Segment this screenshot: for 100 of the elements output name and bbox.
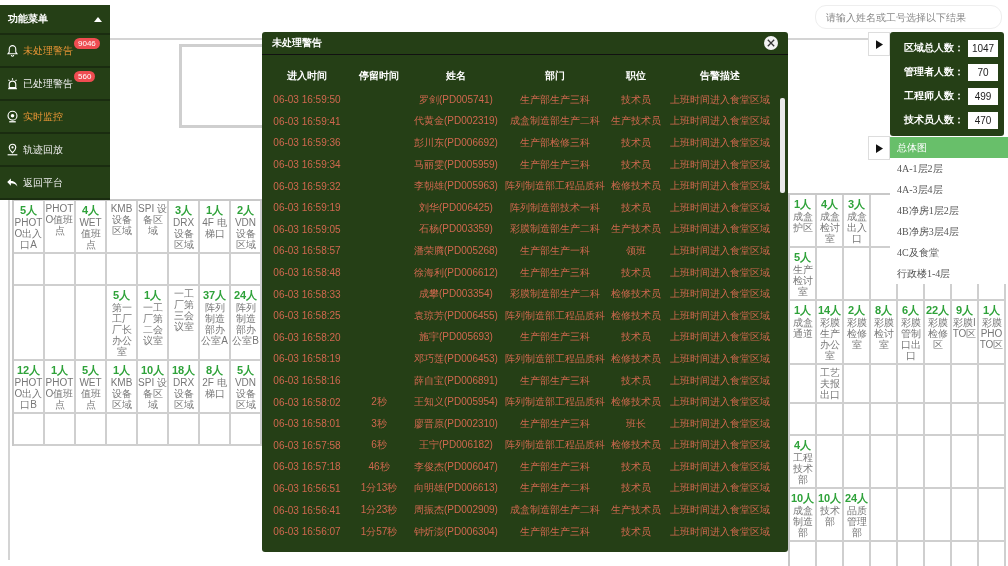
floor-item[interactable]: 4C及食堂 xyxy=(890,242,1008,263)
column-header: 部门 xyxy=(544,69,566,83)
table-cell-text: 向明雄(PD006613) xyxy=(413,481,499,496)
table-cell-text: 06-03 16:58:20 xyxy=(272,331,342,343)
table-cell-text: 廖晋原(PD002310) xyxy=(413,416,499,431)
table-cell-text: 46秒 xyxy=(367,459,391,474)
table-cell-text: 1分57秒 xyxy=(359,524,399,539)
panel-toggle-button[interactable] xyxy=(868,32,890,56)
table-cell-text: 石杨(PD003359) xyxy=(418,222,494,237)
room-label: VDN 设备区域 xyxy=(233,217,258,250)
people-count: 5人 xyxy=(793,250,812,264)
table-cell-text: 检修技术员 xyxy=(610,179,662,194)
people-count: 2人 xyxy=(236,203,255,217)
location-pin-icon xyxy=(6,143,19,156)
table-cell-text: 06-03 16:58:57 xyxy=(272,245,342,257)
room-label: 彩膜生产办公室 xyxy=(818,317,841,361)
table-cell-text: 06-03 16:59:36 xyxy=(272,137,342,149)
table-cell-text: 06-03 16:56:41 xyxy=(272,504,342,516)
table-cell-text: 上班时间进入食堂区域 xyxy=(669,459,771,474)
webcam-icon xyxy=(6,110,19,123)
table-cell-text: 代黄金(PD002319) xyxy=(413,114,499,129)
table-cell-text: 06-03 16:58:19 xyxy=(272,353,342,365)
table-cell-text: 上班时间进入食堂区域 xyxy=(669,524,771,539)
count-badge: 560 xyxy=(74,71,96,82)
room-label: 成盒护区 xyxy=(791,211,814,233)
table-cell-text: 生产部生产三科 xyxy=(519,92,591,107)
table-cell-text: 生产部生产三科 xyxy=(519,157,591,172)
people-count: 24人 xyxy=(844,491,869,505)
room-label: 成盒制造部 xyxy=(791,505,814,538)
table-cell-text: 李朝雄(PD005963) xyxy=(413,179,499,194)
table-cell-text: 生产部生产二科 xyxy=(519,481,591,496)
panel-toggle-button[interactable] xyxy=(868,136,890,160)
room-label: 阵列制造部办公室B xyxy=(231,302,260,346)
stat-label: 区域总人数： xyxy=(904,41,964,55)
people-count: 14人 xyxy=(817,303,842,317)
room-label: PHOTO出入口B xyxy=(14,377,43,410)
table-cell-text: 06-03 16:59:32 xyxy=(272,180,342,192)
menu-item[interactable]: 轨迹回放 xyxy=(0,134,110,167)
table-cell-text: 成盒制造部生产二科 xyxy=(509,503,601,518)
menu-item-label: 已处理警告 xyxy=(23,76,73,91)
room-label: 彩膜检修区 xyxy=(926,317,949,350)
people-count: 10人 xyxy=(140,363,165,377)
room-label: 彩膜ITO区 xyxy=(952,317,977,339)
stat-label: 工程师人数： xyxy=(904,89,964,103)
table-cell-text: 生产技术员 xyxy=(610,503,662,518)
table-cell-text: 技术员 xyxy=(620,330,652,345)
people-count: 3人 xyxy=(174,203,193,217)
people-count: 1人 xyxy=(205,203,224,217)
table-cell-text: 06-03 16:58:02 xyxy=(272,396,342,408)
people-count: 22人 xyxy=(925,303,950,317)
room-label: 2F 电梯口 xyxy=(201,377,228,399)
people-count: 1人 xyxy=(793,197,812,211)
close-button[interactable] xyxy=(764,36,778,50)
table-cell-text: 06-03 16:58:33 xyxy=(272,288,342,300)
table-cell-text: 06-03 16:59:19 xyxy=(272,202,342,214)
table-cell-text: 王宁(PD006182) xyxy=(418,438,494,453)
menu-item-label: 轨迹回放 xyxy=(23,142,63,157)
caret-icon[interactable] xyxy=(94,16,102,22)
room-label: DRX 设备区域 xyxy=(171,217,196,250)
people-count: 5人 xyxy=(112,288,131,302)
triangle-icon xyxy=(875,143,883,153)
table-cell-text: 技术员 xyxy=(620,524,652,539)
table-cell-text: 技术员 xyxy=(620,373,652,388)
table-cell-text: 1分23秒 xyxy=(359,503,399,518)
search-field[interactable]: 请输入姓名或工号选择以下结果 xyxy=(815,5,1002,29)
stat-value: 1047 xyxy=(968,39,998,57)
table-cell-text: 2秒 xyxy=(370,395,388,410)
room-label: 一工厂第三会议室 xyxy=(172,288,195,332)
floor-item[interactable]: 4B净房1层2层 xyxy=(890,200,1008,221)
menu-item[interactable]: 已处理警告 560 xyxy=(0,68,110,101)
room-label: DRX 设备区域 xyxy=(171,377,196,410)
floor-item[interactable]: 4A-1层2层 xyxy=(890,158,1008,179)
siren-icon xyxy=(6,77,19,90)
column-header: 停留时间 xyxy=(358,69,400,83)
table-cell-text: 成盒制造部生产二科 xyxy=(509,114,601,129)
room-label: SPI 设备区域 xyxy=(138,203,167,236)
people-count: 1人 xyxy=(112,363,131,377)
room-label: PHOTO值班点 xyxy=(45,377,74,410)
return-arrow-icon xyxy=(6,176,19,189)
floor-item[interactable]: 4A-3层4层 xyxy=(890,179,1008,200)
table-cell-text: 生产部生产三科 xyxy=(519,459,591,474)
table-cell-text: 邓巧莲(PD006453) xyxy=(413,351,499,366)
table-cell-text: 上班时间进入食堂区域 xyxy=(669,351,771,366)
floor-item[interactable]: 4B净房3层4层 xyxy=(890,221,1008,242)
menu-item[interactable]: 实时监控 xyxy=(0,101,110,134)
floor-item[interactable]: 行政楼1-4层 xyxy=(890,263,1008,284)
table-cell-text: 检修技术员 xyxy=(610,395,662,410)
people-count: 5人 xyxy=(19,203,38,217)
table-cell-text: 检修技术员 xyxy=(610,438,662,453)
table-cell-text: 彩膜制造部生产二科 xyxy=(509,222,601,237)
scrollbar-thumb[interactable] xyxy=(780,98,785,193)
people-count: 6人 xyxy=(901,303,920,317)
room-label: 彩膜检讨室 xyxy=(872,317,895,350)
menu-item[interactable]: 未处理警告 9046 xyxy=(0,35,110,68)
menu-item[interactable]: 返回平台 xyxy=(0,167,110,200)
table-cell-text: 生产部生产三科 xyxy=(519,373,591,388)
table-cell-text: 06-03 16:58:16 xyxy=(272,375,342,386)
room-label: KMB 设备区域 xyxy=(109,203,134,236)
table-cell-text: 06-03 16:58:48 xyxy=(272,267,342,279)
room-label: 生产检讨室 xyxy=(791,264,814,297)
